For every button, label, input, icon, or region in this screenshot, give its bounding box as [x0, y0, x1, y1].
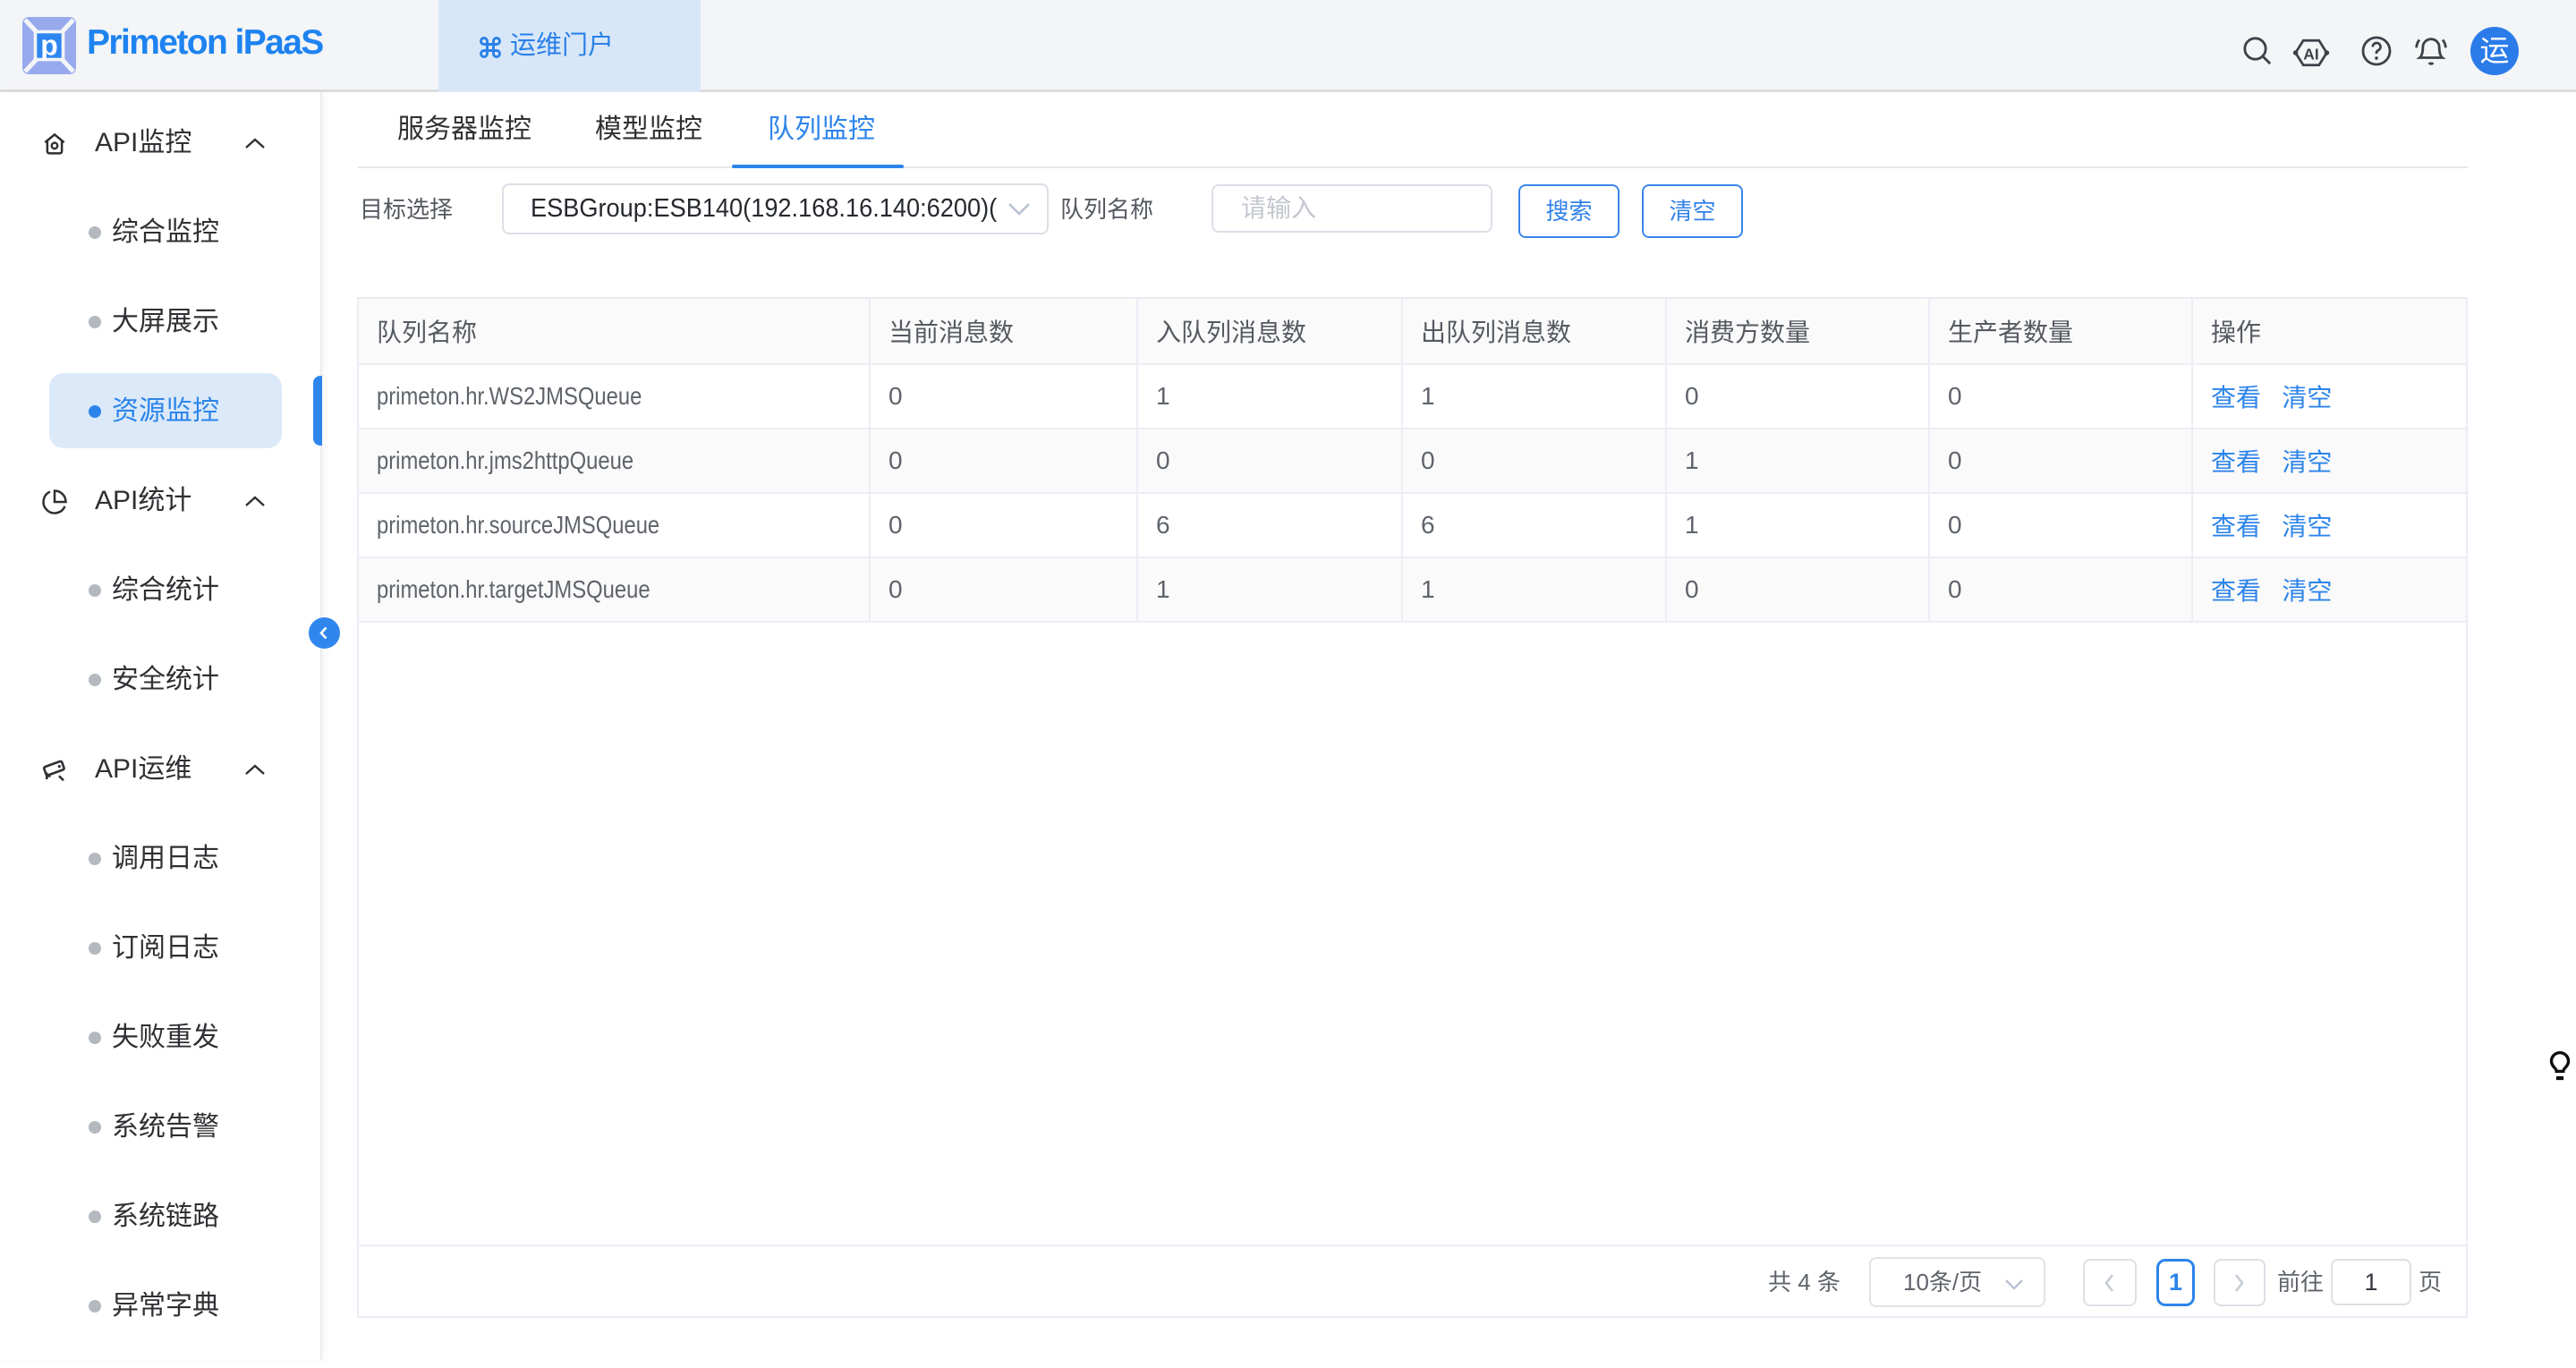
svg-text:p: p: [40, 30, 58, 62]
svg-text:AI: AI: [2303, 45, 2318, 63]
